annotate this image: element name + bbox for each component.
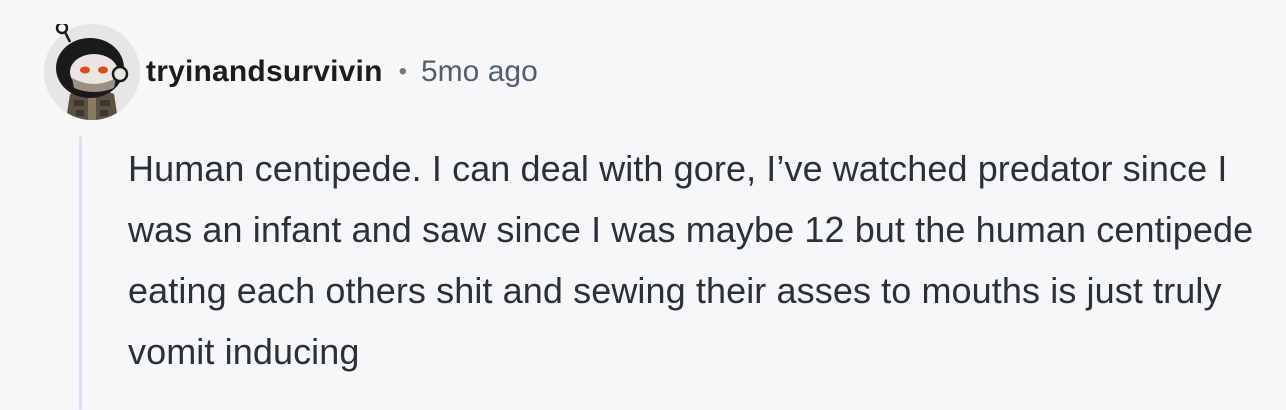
comment-meta: tryinandsurvivin • 5mo ago xyxy=(146,50,538,94)
comment-timestamp[interactable]: 5mo ago xyxy=(421,55,538,89)
comment: tryinandsurvivin • 5mo ago Human centipe… xyxy=(0,0,1286,410)
meta-separator: • xyxy=(398,58,407,85)
user-avatar[interactable] xyxy=(44,24,140,120)
comment-body: Human centipede. I can deal with gore, I… xyxy=(128,138,1258,382)
thread-line[interactable] xyxy=(79,136,82,410)
comment-text: Human centipede. I can deal with gore, I… xyxy=(128,148,1254,372)
snoo-avatar-icon xyxy=(44,24,140,120)
username-link[interactable]: tryinandsurvivin xyxy=(146,55,383,89)
